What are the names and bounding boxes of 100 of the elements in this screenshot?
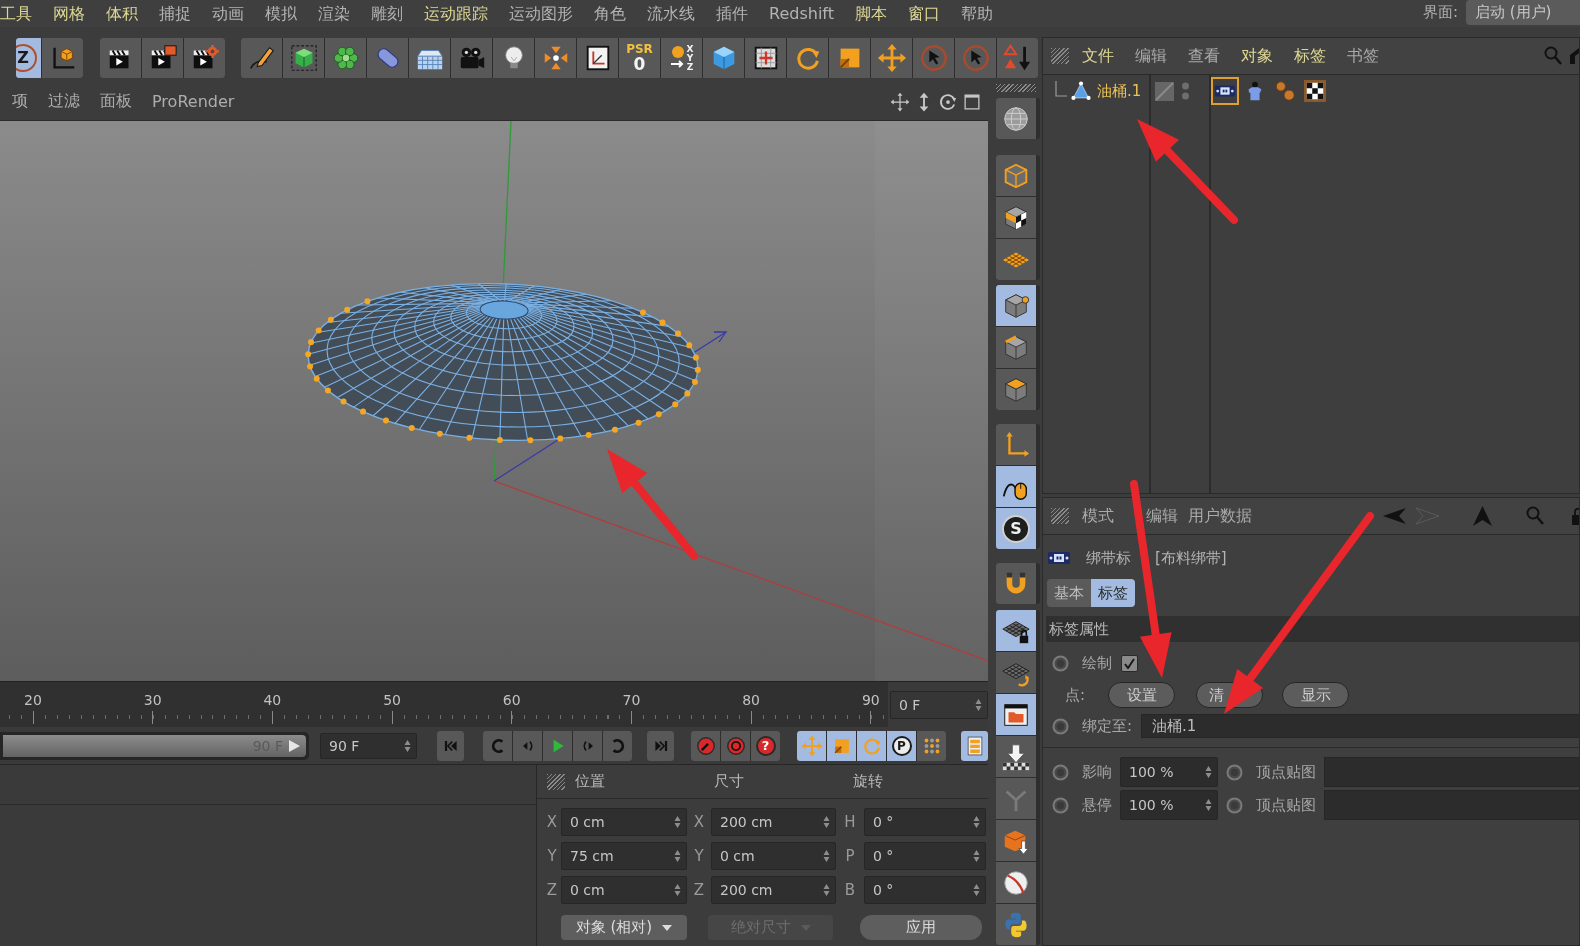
mode-dropdown[interactable]: 对象 (相对) [561,915,687,940]
size-field[interactable]: 0 cm [711,842,836,870]
position-field[interactable]: 0 cm [561,808,687,836]
spinner-icon[interactable] [975,697,982,712]
menu-item[interactable]: 体积 [106,0,138,27]
vertex-map-field[interactable] [1324,790,1579,820]
rotate-icon[interactable] [938,91,958,112]
pen-icon[interactable] [241,38,282,78]
point-button[interactable]: 显示 [1282,682,1350,708]
spinner-icon[interactable] [973,815,980,829]
clapperboard-icon[interactable] [100,38,141,78]
menu-item[interactable]: 网格 [53,0,85,27]
size-field[interactable]: 200 cm [711,876,836,904]
position-field[interactable]: 0 cm [561,876,687,904]
menu-item[interactable]: 工具 [0,0,32,27]
menu-item[interactable]: 查看 [1188,45,1220,67]
menu-item[interactable]: 模拟 [265,0,297,27]
magnet-icon[interactable] [996,563,1036,604]
menu-item[interactable]: 标签 [1294,45,1326,67]
capsule-icon[interactable] [367,38,408,78]
menu-item[interactable]: 对象 [1241,45,1273,67]
skip-start-icon[interactable] [437,730,464,761]
spinner-icon[interactable] [404,738,411,753]
spinner-icon[interactable] [674,883,681,897]
grip-icon[interactable] [1051,508,1069,524]
camera-icon[interactable] [451,38,492,78]
grip-icon[interactable] [996,84,1036,92]
menu-item[interactable]: 模式 [1082,505,1114,527]
timeline-layout-icon[interactable] [961,730,988,761]
layout-dropdown[interactable]: 启动 (用户) [1466,0,1580,25]
draw-checkbox[interactable] [1121,654,1138,672]
menu-item[interactable]: 窗口 [907,0,940,27]
checker-cube-icon[interactable] [996,197,1036,238]
viewport-menu[interactable]: 面板 [100,91,132,112]
vertex-map-field[interactable] [1324,757,1579,787]
menu-item[interactable]: 书签 [1347,45,1379,67]
menu-item[interactable]: 捕捉 [159,0,191,27]
apply-button[interactable]: 应用 [860,915,982,940]
menu-item[interactable]: 雕刻 [371,0,403,27]
menu-item[interactable]: 帮助 [960,0,993,27]
tab[interactable]: 标签 [1091,579,1135,607]
spinner-icon[interactable] [973,883,980,897]
spinner-icon[interactable] [823,815,830,829]
clapperboard-window-icon[interactable] [142,38,183,78]
ring-icon[interactable] [1052,717,1069,735]
scale-icon[interactable] [827,730,856,761]
bandage-tag-icon[interactable] [1211,77,1239,105]
menu-item[interactable]: 插件 [716,0,748,27]
mouse-curve-icon[interactable] [996,466,1036,507]
folder-window-icon[interactable] [996,694,1036,735]
grip-icon[interactable] [1051,48,1069,64]
record-icon[interactable] [691,730,720,761]
move-icon[interactable] [871,38,912,78]
point-button[interactable]: 设置 [1108,682,1176,708]
dot-grid-icon[interactable] [917,730,946,761]
step-forward-icon[interactable] [573,730,602,761]
scale-icon[interactable] [829,38,870,78]
spinner-icon[interactable] [973,849,980,863]
spinner-icon[interactable] [674,815,681,829]
bind-field[interactable]: 油桶.1 [1141,714,1579,738]
move-icon[interactable] [797,730,826,761]
menu-item[interactable]: 编辑 [1146,505,1178,527]
checker-tag-icon[interactable] [1301,77,1329,105]
grid-lock-icon[interactable] [996,610,1036,651]
viewport-menu[interactable]: 过滤 [48,91,80,112]
cube-point-icon[interactable] [996,285,1036,326]
arc-left-icon[interactable] [483,730,512,761]
menu-item[interactable]: 运动跟踪 [424,0,488,27]
size-field[interactable]: 200 cm [711,808,836,836]
record-ring-icon[interactable] [721,730,750,761]
spinner-icon[interactable] [823,849,830,863]
axis-frame-icon[interactable] [577,38,618,78]
move-arrows-icon[interactable] [890,91,910,112]
ring-icon[interactable] [1226,796,1243,814]
snake-logo-icon[interactable] [996,904,1036,945]
menu-item[interactable]: Redshift [769,0,834,27]
percent-field[interactable]: 100 % [1120,790,1218,820]
cube-face-icon[interactable] [996,369,1036,410]
spinner-icon[interactable] [674,849,681,863]
s-button[interactable]: S [996,508,1036,549]
rotation-field[interactable]: 0 ° [864,842,986,870]
viewport-menu[interactable]: ProRender [152,92,235,111]
globe-icon[interactable] [996,98,1036,139]
maximize-icon[interactable] [962,91,982,112]
play-icon[interactable] [543,730,572,761]
skip-end-icon[interactable] [647,730,674,761]
viewport-menu[interactable]: 项 [12,91,28,112]
coordinate-button[interactable]: X Y Z [661,38,702,78]
cube-icon[interactable] [283,38,324,78]
p-button[interactable]: P [887,730,916,761]
rotation-field[interactable]: 0 ° [864,808,986,836]
two-dots-icon[interactable] [1181,81,1190,101]
psr-button[interactable]: PSR 0 [619,38,660,78]
position-field[interactable]: 75 cm [561,842,687,870]
rotate-icon[interactable] [857,730,886,761]
arc-right-icon[interactable] [603,730,632,761]
timeline-ruler[interactable]: 20 30 40 50 60 70 80 90 [0,681,888,728]
grid-arrows-icon[interactable] [745,38,786,78]
menu-item[interactable]: 运动图形 [509,0,573,27]
menu-item[interactable]: 文件 [1082,45,1114,67]
